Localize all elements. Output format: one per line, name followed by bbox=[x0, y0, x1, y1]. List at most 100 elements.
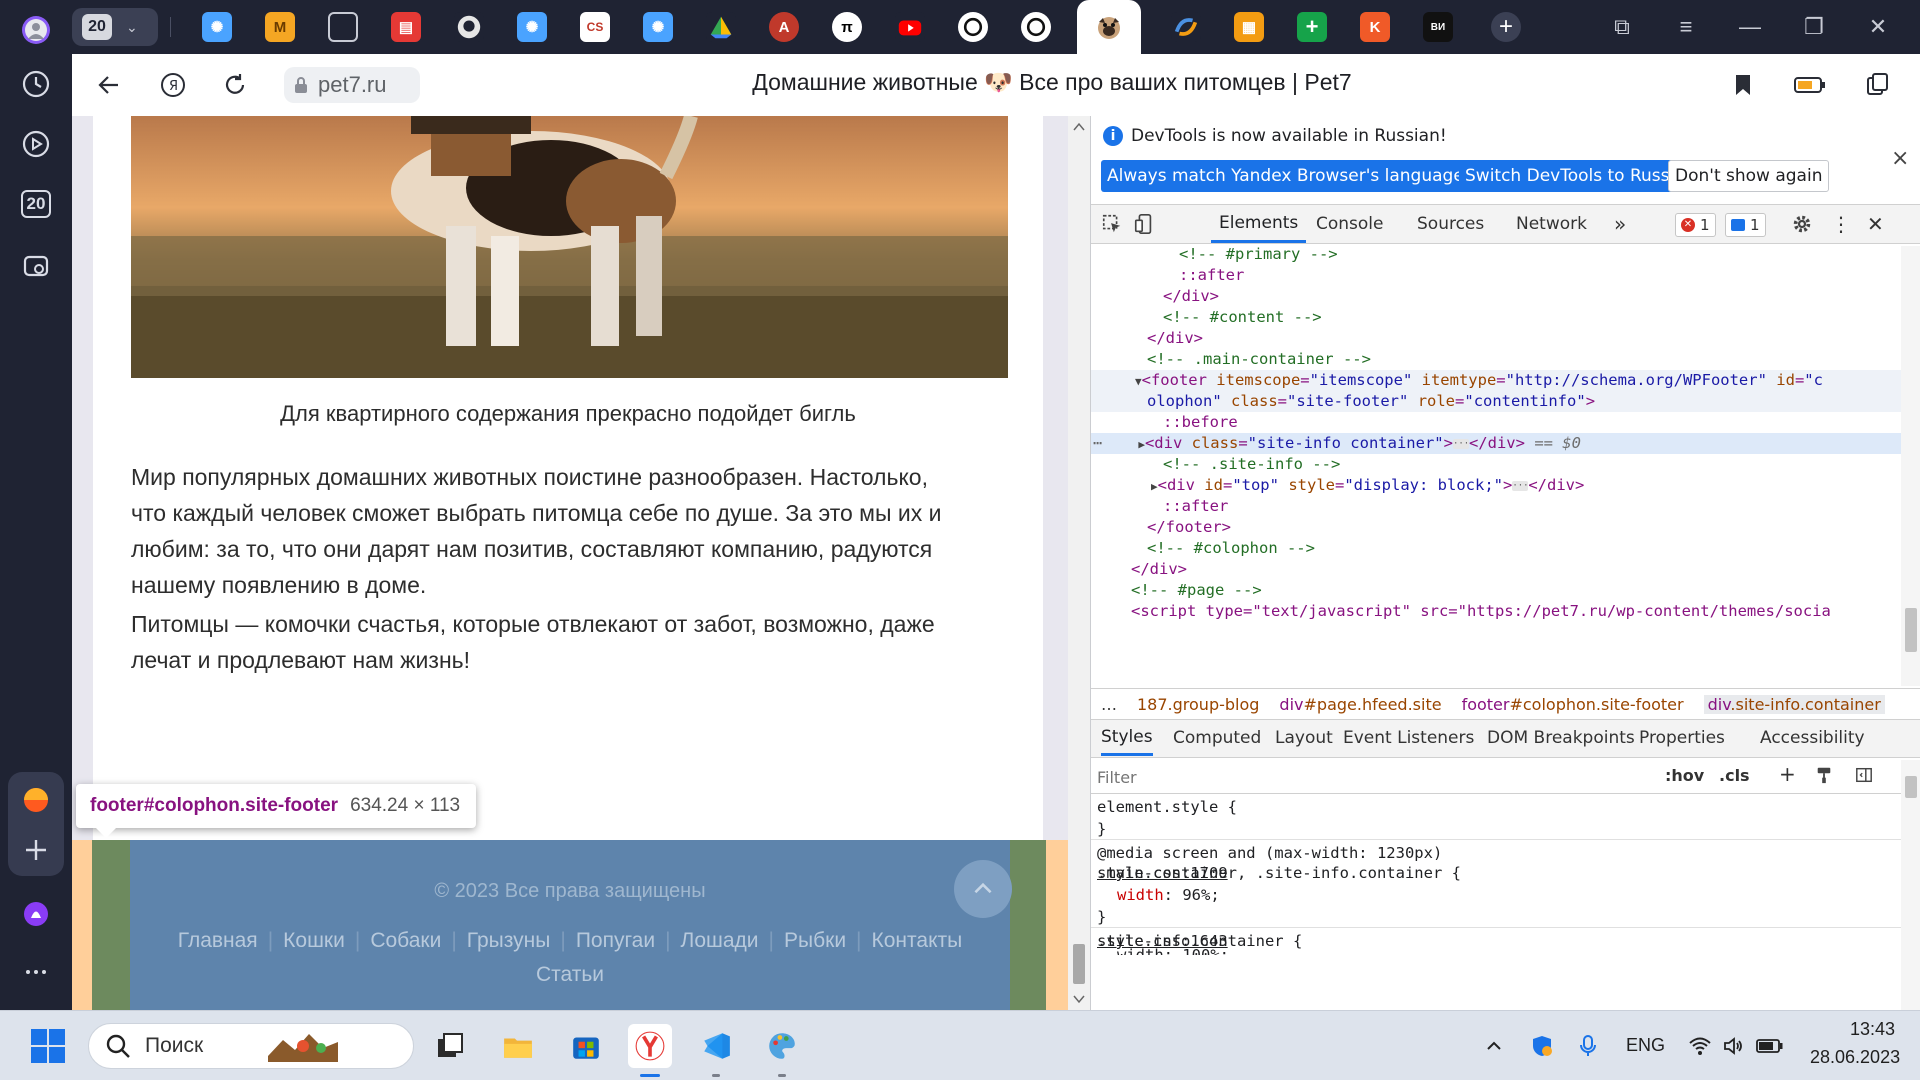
tab-console[interactable]: Console bbox=[1316, 205, 1384, 243]
dom-node[interactable]: <!-- .main-container --> bbox=[1091, 349, 1901, 370]
subtab-computed[interactable]: Computed bbox=[1173, 720, 1261, 756]
dom-node[interactable]: </div> bbox=[1091, 559, 1901, 580]
url-field[interactable]: pet7.ru bbox=[284, 67, 420, 103]
footer-link-contacts[interactable]: Контакты bbox=[872, 929, 963, 952]
bookmark-button[interactable] bbox=[1726, 68, 1760, 102]
dont-show-again-button[interactable]: Don't show again bbox=[1668, 160, 1830, 192]
class-toggle[interactable]: .cls bbox=[1719, 766, 1750, 785]
dom-node-selected[interactable]: ⋯ ▶<div class="site-info container">···</… bbox=[1091, 433, 1901, 454]
tab-favicon-youtube[interactable] bbox=[895, 12, 925, 42]
tab-favicon-k[interactable]: K bbox=[1360, 12, 1390, 42]
tab-network[interactable]: Network bbox=[1516, 205, 1587, 243]
history-button[interactable] bbox=[10, 58, 62, 110]
subtab-event-listeners[interactable]: Event Listeners bbox=[1343, 720, 1474, 756]
style-source-link[interactable]: style.css:1709 bbox=[1097, 862, 1895, 884]
footer-link-articles[interactable]: Статьи bbox=[536, 963, 604, 986]
dom-node[interactable]: <!-- .site-info --> bbox=[1091, 454, 1901, 475]
style-rule-site-info[interactable]: .site-info.container { style.css:1643 wi… bbox=[1091, 930, 1901, 1010]
paint-format-icon[interactable] bbox=[1815, 766, 1833, 788]
tray-microphone[interactable] bbox=[1566, 1024, 1610, 1068]
tab-favicon-generic[interactable]: ✺ bbox=[202, 12, 232, 42]
subtab-styles[interactable]: Styles bbox=[1101, 720, 1153, 756]
taskbar-app-paint[interactable] bbox=[760, 1024, 804, 1068]
customize-menu-icon[interactable]: ⋮ bbox=[1831, 205, 1851, 243]
collections-icon[interactable]: ⧉ bbox=[1604, 12, 1640, 42]
subtab-dom-breakpoints[interactable]: DOM Breakpoints bbox=[1487, 720, 1635, 756]
tab-favicon-chatgpt[interactable] bbox=[958, 12, 988, 42]
breadcrumb-item[interactable]: div#page.hfeed.site bbox=[1279, 695, 1441, 714]
tab-favicon-chatgpt-2[interactable] bbox=[1021, 12, 1051, 42]
menu-icon[interactable]: ≡ bbox=[1668, 12, 1704, 42]
clock-time[interactable]: 13:43 bbox=[1850, 1019, 1895, 1040]
alice-button[interactable] bbox=[10, 888, 62, 940]
close-window-icon[interactable]: ✕ bbox=[1860, 12, 1896, 42]
tray-battery[interactable] bbox=[1748, 1024, 1792, 1068]
collapsed-content-icon[interactable]: ··· bbox=[1512, 480, 1529, 491]
screenshot-button[interactable] bbox=[10, 240, 62, 292]
reload-button[interactable] bbox=[218, 68, 252, 102]
elements-scrollbar-thumb[interactable] bbox=[1905, 608, 1917, 652]
tray-defender[interactable] bbox=[1520, 1024, 1564, 1068]
tab-favicon-pdf[interactable]: ▤ bbox=[391, 12, 421, 42]
tab-favicon-antivirus[interactable]: A bbox=[769, 12, 799, 42]
elements-scrollbar[interactable] bbox=[1901, 246, 1920, 686]
tab-elements[interactable]: Elements bbox=[1211, 205, 1307, 243]
errors-counter[interactable]: ✕ 1 bbox=[1675, 213, 1716, 237]
dom-node[interactable]: <!-- #page --> bbox=[1091, 580, 1901, 601]
dom-node[interactable]: ::after bbox=[1091, 496, 1901, 517]
tray-language[interactable]: ENG bbox=[1626, 1035, 1665, 1056]
dom-node[interactable]: <!-- #content --> bbox=[1091, 307, 1901, 328]
tray-overflow-button[interactable] bbox=[1472, 1024, 1516, 1068]
dom-node[interactable]: <!-- #colophon --> bbox=[1091, 538, 1901, 559]
style-declaration[interactable]: width: 96%; bbox=[1117, 884, 1220, 906]
profile-avatar[interactable] bbox=[10, 4, 62, 56]
tab-favicon-document[interactable] bbox=[328, 12, 358, 42]
breadcrumb-item-selected[interactable]: div.site-info.container bbox=[1703, 694, 1885, 714]
more-tabs-icon[interactable]: » bbox=[1614, 205, 1626, 243]
footer-link-parrots[interactable]: Попугаи bbox=[576, 929, 655, 952]
yandex-button[interactable]: Я bbox=[156, 68, 190, 102]
taskbar-app-explorer[interactable] bbox=[496, 1024, 540, 1068]
footer-link-rodents[interactable]: Грызуны bbox=[467, 929, 551, 952]
restore-icon[interactable]: ❐ bbox=[1796, 12, 1832, 42]
tab-favicon-m[interactable]: M bbox=[265, 12, 295, 42]
footer-link-dogs[interactable]: Собаки bbox=[370, 929, 441, 952]
tab-favicon-generic-2[interactable]: ✺ bbox=[517, 12, 547, 42]
dom-node[interactable]: <!-- #primary --> bbox=[1091, 246, 1901, 265]
breadcrumb-item[interactable]: 187.group-blog bbox=[1137, 695, 1259, 714]
page-scrollbar[interactable] bbox=[1068, 116, 1090, 1010]
tab-favicon-generic-3[interactable]: ✺ bbox=[643, 12, 673, 42]
style-rule-media[interactable]: @media screen and (max-width: 1230px) .m… bbox=[1091, 842, 1901, 928]
settings-button[interactable] bbox=[1791, 205, 1813, 243]
subtab-layout[interactable]: Layout bbox=[1275, 720, 1333, 756]
footer-link-fish[interactable]: Рыбки bbox=[784, 929, 846, 952]
media-button[interactable] bbox=[10, 118, 62, 170]
breadcrumb-item[interactable]: footer#colophon.site-footer bbox=[1462, 695, 1684, 714]
tab-favicon-github[interactable] bbox=[454, 12, 484, 42]
taskbar-app-yandex[interactable] bbox=[628, 1024, 672, 1068]
new-tab-button[interactable]: + bbox=[1491, 12, 1521, 42]
inspect-element-button[interactable] bbox=[1101, 205, 1123, 243]
styles-filter-input[interactable] bbox=[1097, 764, 1647, 790]
tab-favicon-drive[interactable] bbox=[706, 12, 736, 42]
footer-link-horses[interactable]: Лошади bbox=[681, 929, 759, 952]
subtab-accessibility[interactable]: Accessibility bbox=[1760, 720, 1865, 756]
minimize-icon[interactable]: — bbox=[1732, 12, 1768, 42]
tab-favicon-plus[interactable]: + bbox=[1297, 12, 1327, 42]
tab-favicon-dark[interactable]: ВИ bbox=[1423, 12, 1453, 42]
footer-link-cats[interactable]: Кошки bbox=[283, 929, 345, 952]
dom-node-footer-cont[interactable]: olophon" class="site-footer" role="conte… bbox=[1091, 391, 1901, 412]
dom-node[interactable]: </div> bbox=[1091, 328, 1901, 349]
styles-scrollbar-thumb[interactable] bbox=[1905, 776, 1917, 798]
zen-button[interactable] bbox=[10, 774, 62, 826]
style-rule-element[interactable]: element.style { } bbox=[1091, 796, 1901, 840]
battery-saver-button[interactable] bbox=[1793, 68, 1827, 102]
collapsed-content-icon[interactable]: ··· bbox=[1452, 438, 1469, 449]
switch-to-russian-button[interactable]: Switch DevTools to Russian bbox=[1459, 160, 1702, 192]
taskbar-app-task-view[interactable] bbox=[428, 1024, 472, 1068]
taskbar-app-vscode[interactable] bbox=[694, 1024, 738, 1068]
tab-counter-button[interactable]: 20 ⌄ bbox=[72, 8, 158, 46]
dom-node[interactable]: <script type="text/javascript" src="http… bbox=[1091, 601, 1901, 622]
toggle-sidebar-icon[interactable] bbox=[1855, 766, 1873, 788]
dom-node[interactable]: </footer> bbox=[1091, 517, 1901, 538]
